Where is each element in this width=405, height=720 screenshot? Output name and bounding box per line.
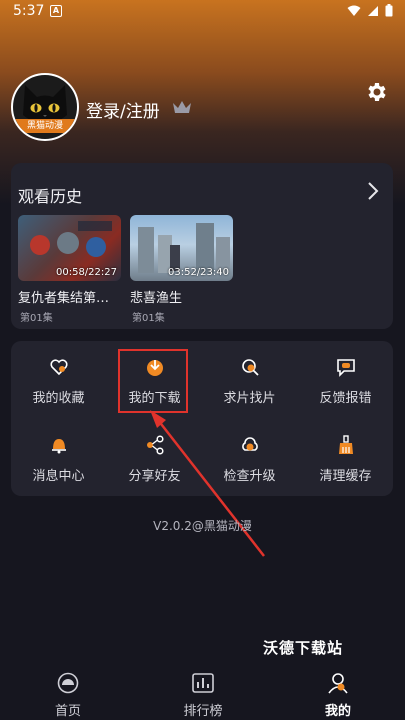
broom-icon	[339, 435, 353, 454]
menu-share-label: 分享好友	[128, 469, 181, 484]
menu-grid-card: 我的收藏 我的下载 求片找片 反馈报错 消息中心 分享好友 检查升级 清理缓存	[11, 341, 393, 496]
menu-request-film-label: 求片找片	[223, 391, 276, 406]
downloads-highlight-box	[118, 349, 188, 413]
tab-ranking-label: 排行榜	[183, 704, 223, 719]
menu-upgrade-label: 检查升级	[223, 469, 276, 484]
tab-mine-label: 我的	[324, 704, 351, 719]
search-film-icon	[242, 359, 259, 376]
login-register-link[interactable]: 登录/注册	[86, 97, 160, 122]
upgrade-icon	[242, 437, 258, 451]
history-title: 观看历史	[18, 187, 83, 206]
home-icon	[57, 672, 79, 694]
menu-favorites[interactable]: 我的收藏	[11, 349, 106, 413]
menu-feedback[interactable]: 反馈报错	[298, 349, 393, 413]
menu-feedback-label: 反馈报错	[319, 391, 372, 406]
tab-ranking[interactable]: 排行榜	[163, 672, 243, 719]
wifi-icon	[347, 5, 361, 16]
menu-clear-cache[interactable]: 清理缓存	[298, 427, 393, 491]
avatar-brand-band: 黑猫动漫	[13, 119, 77, 133]
avatar[interactable]: 黑猫动漫	[11, 73, 79, 141]
ranking-icon	[192, 673, 214, 693]
watermark: 沃德下载站	[263, 639, 344, 657]
history-progress-1: 00:58/22:27	[55, 267, 117, 278]
status-time: 5:37	[13, 3, 45, 19]
chevron-right-icon[interactable]	[367, 181, 379, 201]
menu-request-film[interactable]: 求片找片	[202, 349, 297, 413]
share-icon	[147, 435, 164, 455]
tab-home-label: 首页	[54, 704, 81, 719]
menu-messages-label: 消息中心	[32, 469, 85, 484]
watch-history-card: 观看历史 00:58/22:27 复仇者集结第… 第01集 03:52/23:4…	[11, 163, 393, 329]
history-title-2[interactable]: 悲喜渔生	[130, 287, 182, 306]
history-episode-2: 第01集	[132, 313, 165, 324]
menu-share[interactable]: 分享好友	[107, 427, 202, 491]
tab-home[interactable]: 首页	[28, 672, 108, 719]
signal-icon	[368, 5, 378, 16]
profile-icon	[328, 673, 348, 694]
crown-icon	[173, 101, 191, 113]
menu-messages[interactable]: 消息中心	[11, 427, 106, 491]
tab-mine[interactable]: 我的	[298, 672, 378, 719]
settings-gear-icon[interactable]	[364, 80, 388, 104]
status-bar: 5:37 A	[0, 0, 405, 24]
history-thumbnail-1[interactable]: 00:58/22:27	[18, 215, 121, 281]
heart-icon	[50, 359, 68, 376]
menu-upgrade[interactable]: 检查升级	[202, 427, 297, 491]
history-thumbnail-2[interactable]: 03:52/23:40	[130, 215, 233, 281]
history-episode-1: 第01集	[20, 313, 53, 324]
menu-favorites-label: 我的收藏	[32, 391, 85, 406]
bottom-tab-bar: 首页 排行榜 我的	[0, 668, 405, 720]
feedback-icon	[337, 359, 355, 377]
app-version: V2.0.2@黑猫动漫	[153, 519, 252, 533]
notification-icon: A	[50, 5, 62, 17]
status-icons	[347, 4, 393, 17]
history-title-1[interactable]: 复仇者集结第…	[18, 287, 109, 306]
history-progress-2: 03:52/23:40	[167, 267, 229, 278]
menu-clear-cache-label: 清理缓存	[319, 469, 372, 484]
bell-icon	[52, 439, 66, 454]
battery-icon	[385, 4, 393, 17]
